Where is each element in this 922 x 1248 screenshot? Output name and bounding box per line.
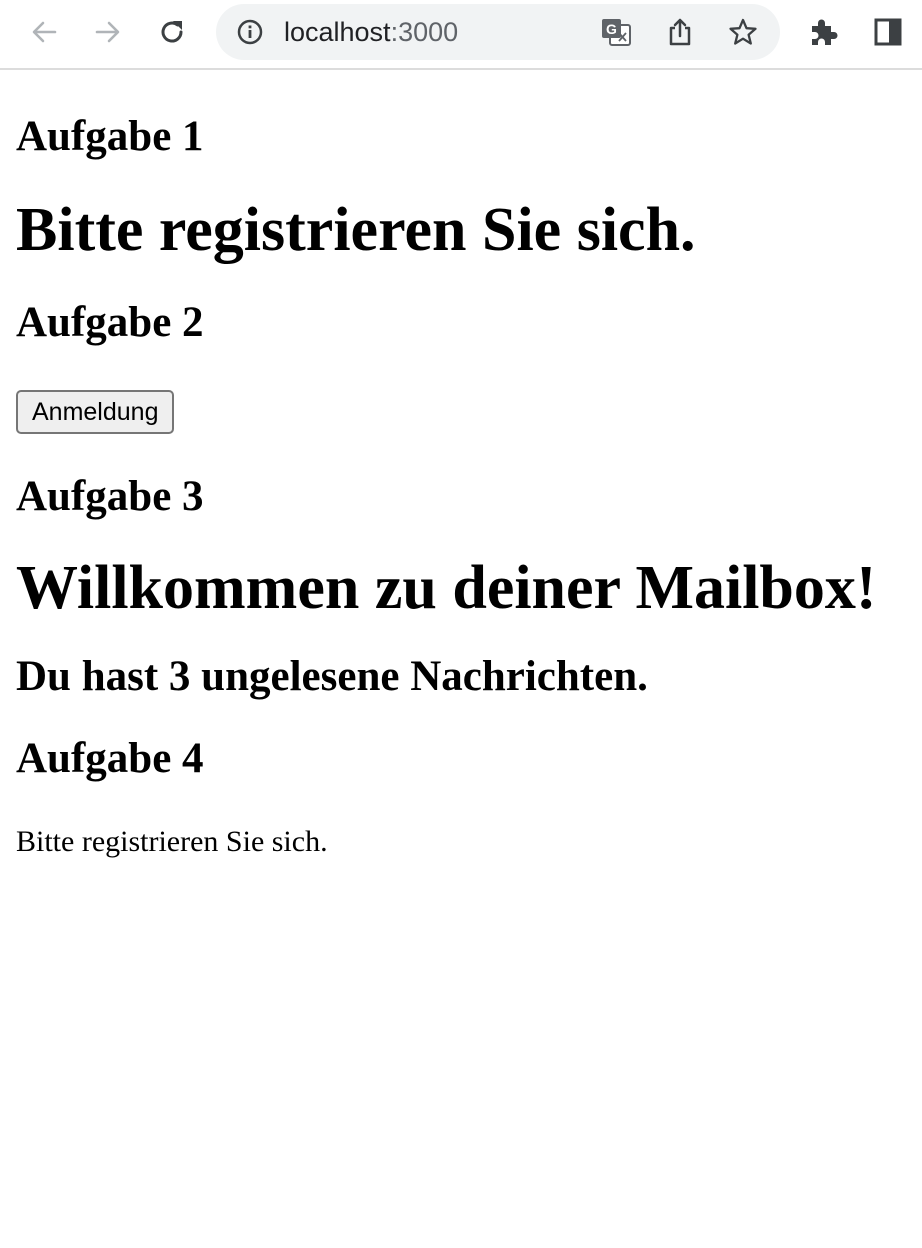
info-icon — [237, 19, 263, 45]
address-bar[interactable]: localhost:3000 G — [216, 4, 780, 60]
arrow-left-icon — [32, 21, 57, 43]
task-2-heading: Aufgabe 2 — [16, 299, 204, 346]
bookmark-button[interactable] — [727, 16, 759, 48]
svg-text:G: G — [606, 21, 617, 37]
translate-icon: G — [602, 19, 631, 46]
side-panel-icon — [874, 18, 902, 46]
puzzle-icon — [812, 19, 838, 45]
unread-messages-subtitle: Du hast 3 ungelesene Nachrichten. — [16, 653, 648, 700]
reload-button[interactable] — [152, 12, 192, 52]
arrow-right-icon — [95, 21, 120, 43]
share-icon — [669, 18, 691, 46]
translate-button[interactable]: G — [600, 16, 632, 48]
task-4-heading: Aufgabe 4 — [16, 735, 204, 782]
page-content: Aufgabe 1 Bitte registrieren Sie sich. A… — [0, 112, 922, 860]
login-button-wrap: Anmeldung — [16, 390, 906, 434]
task-3-heading: Aufgabe 3 — [16, 473, 204, 520]
share-button[interactable] — [664, 16, 696, 48]
reload-icon — [161, 21, 183, 43]
mailbox-welcome-title: Willkommen zu deiner Mailbox! — [16, 554, 877, 622]
url-host: localhost — [284, 17, 391, 47]
site-info-button[interactable] — [236, 18, 264, 46]
login-button[interactable]: Anmeldung — [16, 390, 175, 434]
extensions-button[interactable] — [804, 12, 844, 52]
register-title: Bitte registrieren Sie sich. — [16, 196, 696, 264]
task-1-heading: Aufgabe 1 — [16, 113, 204, 160]
star-icon — [729, 18, 757, 45]
register-text: Bitte registrieren Sie sich. — [16, 825, 328, 858]
url-port: :3000 — [390, 17, 459, 47]
forward-button[interactable] — [88, 12, 128, 52]
side-panel-button[interactable] — [868, 12, 908, 52]
browser-toolbar: localhost:3000 G — [0, 0, 922, 70]
url-text[interactable]: localhost:3000 — [284, 17, 458, 47]
back-button[interactable] — [24, 12, 64, 52]
